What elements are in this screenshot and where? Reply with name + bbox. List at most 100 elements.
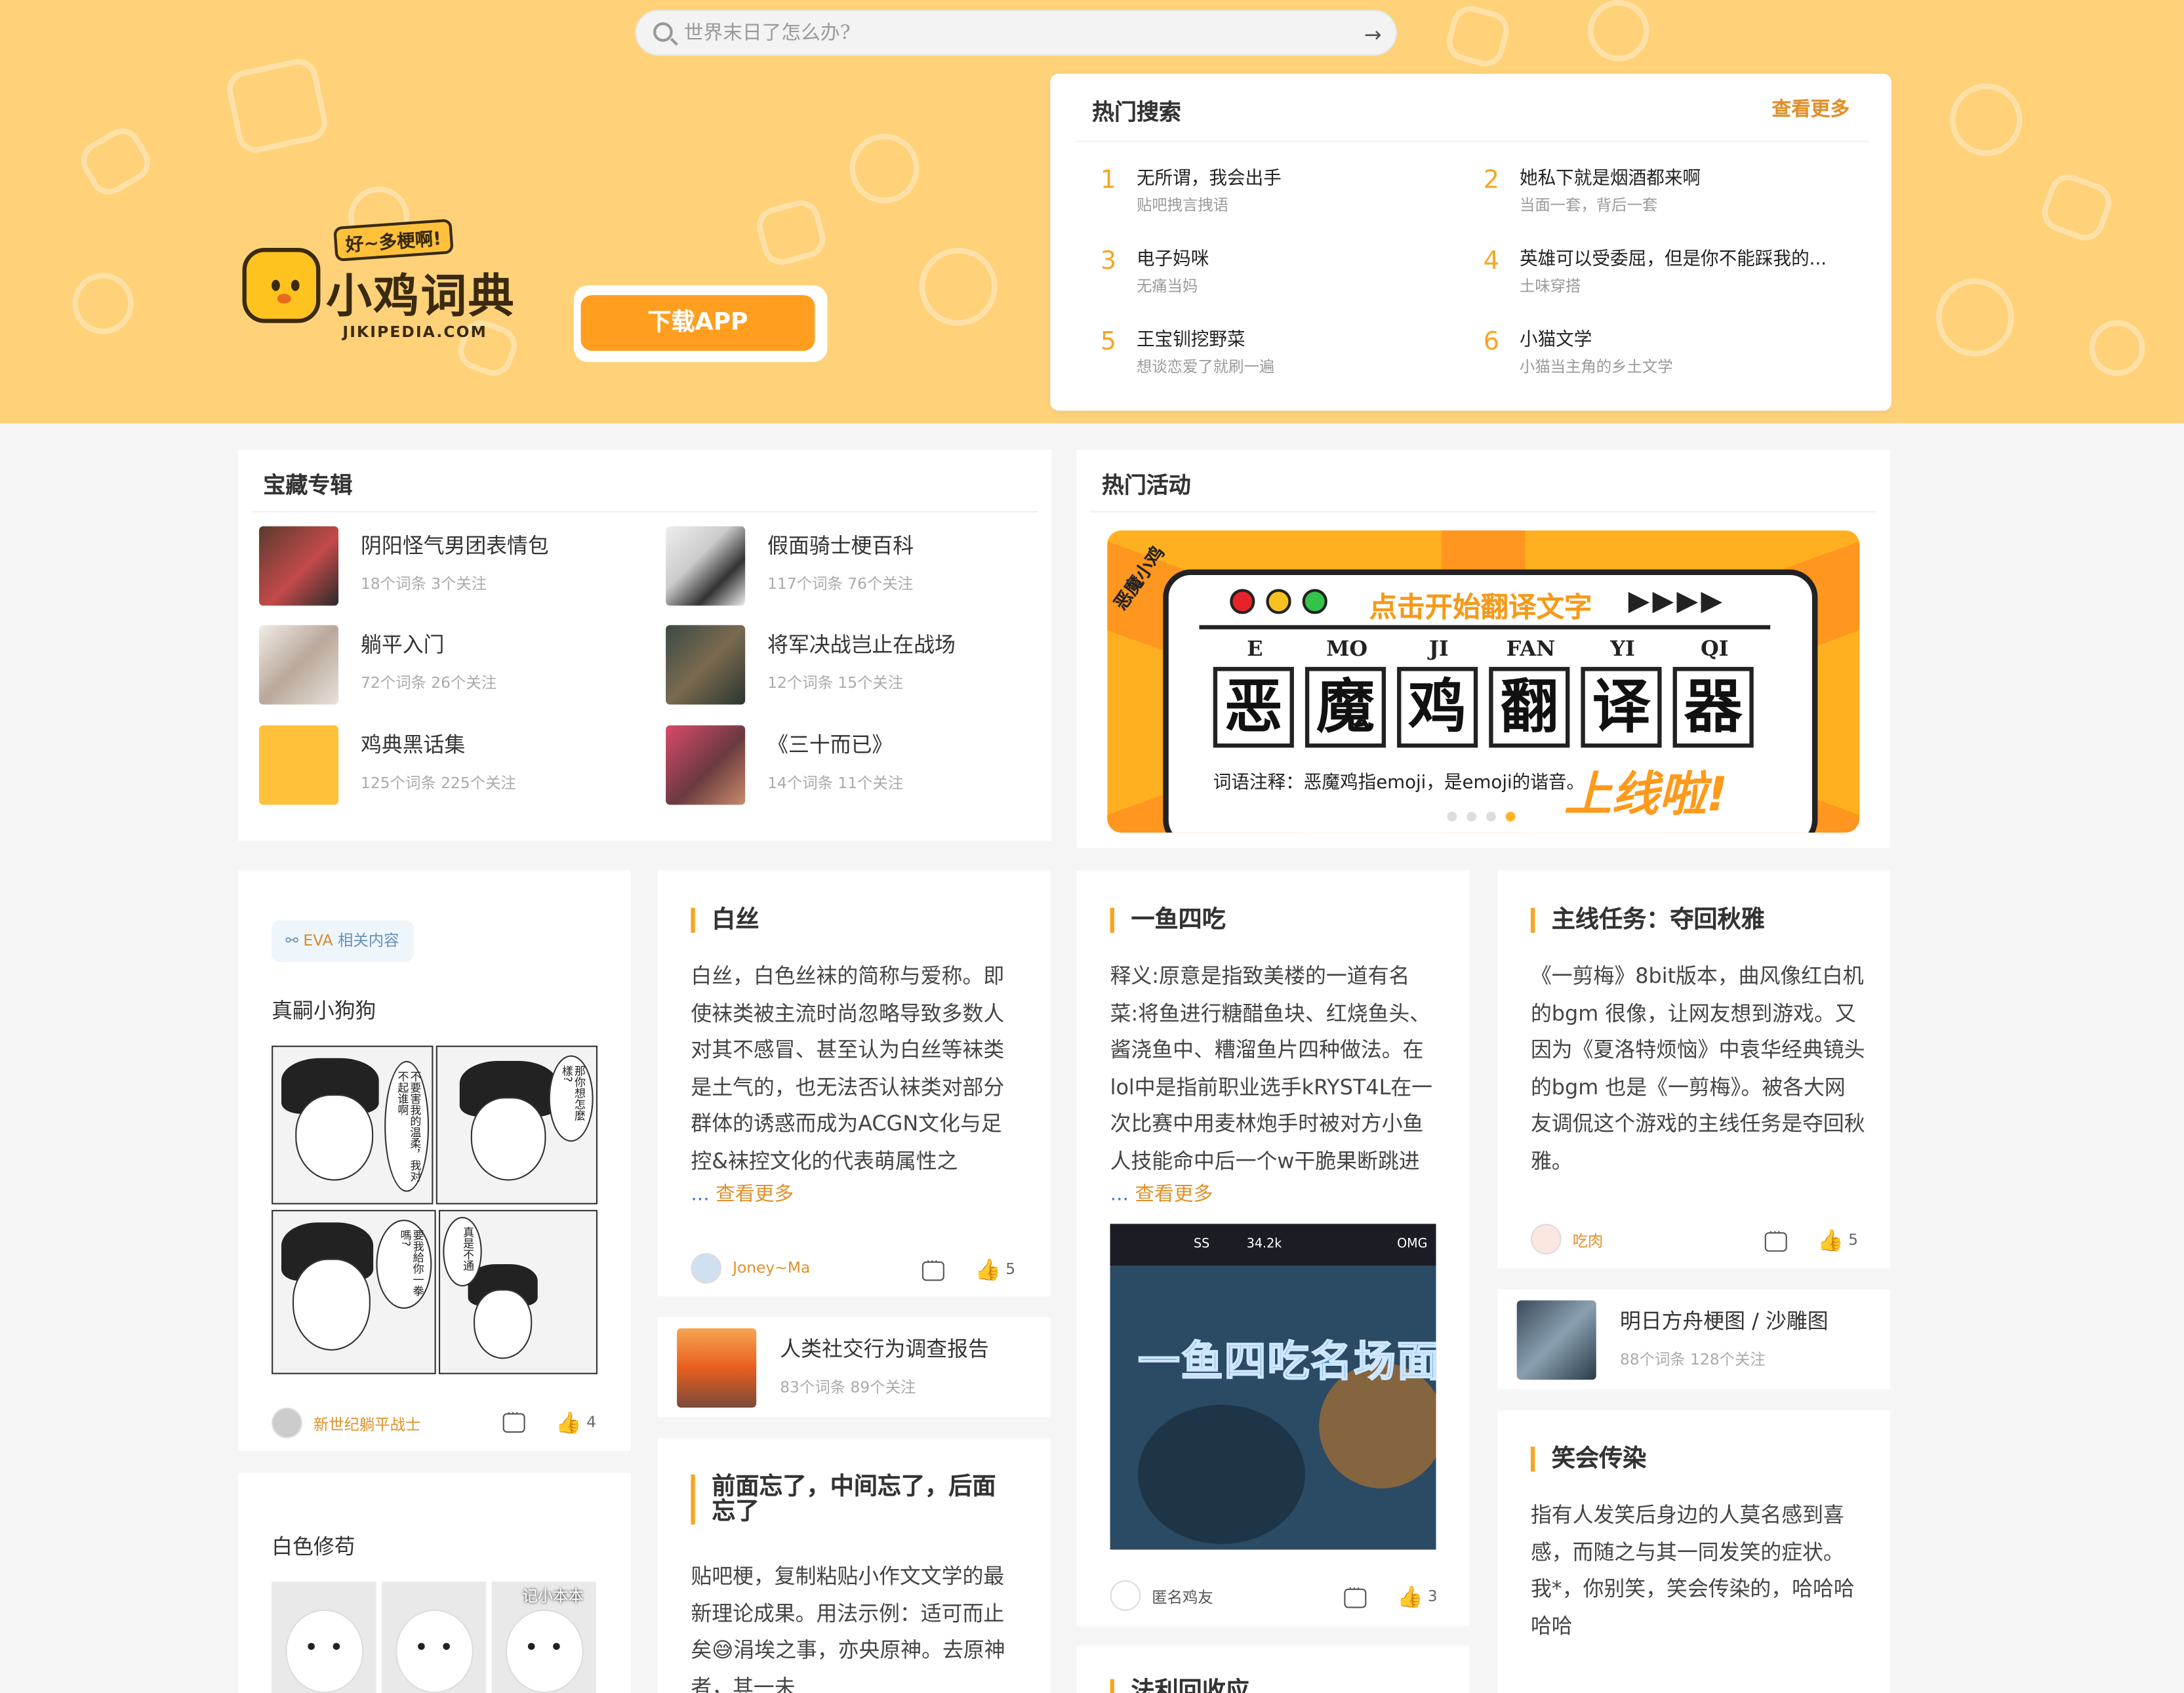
ellipsis-icon: ...: [1110, 1183, 1135, 1206]
like-button[interactable]: 👍 5: [1817, 1228, 1873, 1256]
banner-cta: 上线啦!: [1564, 767, 1728, 823]
comment-button[interactable]: [1344, 1583, 1371, 1615]
hot-search-item[interactable]: 5 王宝钏挖野菜 想谈恋爱了就刷一遍: [1101, 325, 1463, 391]
album-thumbnail: [259, 725, 339, 805]
divider: [252, 511, 1038, 513]
like-button[interactable]: 👍 5: [975, 1257, 1031, 1285]
album-meta: 125个词条 225个关注: [361, 774, 516, 793]
page: → 好~多梗啊! 小鸡词典 JIKIPEDIA.COM 下载APP 热门搜索 查…: [0, 0, 2184, 1693]
author[interactable]: Joney~Ma: [691, 1253, 885, 1286]
feed-card[interactable]: 法利回收应: [1076, 1645, 1470, 1693]
entry-title[interactable]: 法利回收应: [1110, 1679, 1249, 1693]
pager-dot[interactable]: [1486, 811, 1496, 822]
feed-card[interactable]: 白丝 白丝，白色丝袜的简称与爱称。即使袜类被主流时尚忽略导致多数人对其不感冒、甚…: [657, 870, 1051, 1296]
hud-gold: 34.2k: [1246, 1237, 1282, 1252]
entry-title[interactable]: 白丝: [691, 907, 759, 933]
avatar: [1110, 1580, 1141, 1611]
hot-search-item[interactable]: 6 小猫文学 小猫当主角的乡土文学: [1484, 325, 1846, 391]
album-item[interactable]: 鸡典黑话集 125个词条 225个关注: [259, 725, 635, 806]
hud-team-right: OMG: [1397, 1237, 1428, 1252]
album-item[interactable]: 躺平入门 72个词条 26个关注: [259, 625, 635, 706]
speech-bubble: 那你想怎麼樣?: [548, 1055, 594, 1142]
feed-card[interactable]: 笑会传染 指有人发笑后身边的人莫名感到喜感，而随之与其一同发笑的症状。我*，你别…: [1497, 1410, 1890, 1693]
hot-search-item-title: 她私下就是烟酒都来啊: [1519, 168, 1701, 189]
album-meta: 12个词条 15个关注: [767, 673, 904, 692]
album-card[interactable]: 明日方舟梗图 / 沙雕图 88个词条 128个关注: [1497, 1289, 1890, 1390]
pinyin-label: JI: [1428, 636, 1449, 662]
author-name: Joney~Ma: [733, 1258, 811, 1277]
speech-bubble: 不要害我的温柔，我对不起谁啊: [384, 1061, 430, 1192]
banner-headline: 点击开始翻译文字: [1369, 590, 1592, 624]
feed-card[interactable]: 白色修苟 记小本本: [238, 1473, 632, 1693]
logo-domain: JIKIPEDIA.COM: [342, 323, 488, 342]
entry-title[interactable]: 真嗣小狗狗: [272, 995, 376, 1025]
decor-chick-icon: [2089, 320, 2145, 376]
hot-search-more-link[interactable]: 查看更多: [1771, 94, 1850, 122]
related-tag-chip[interactable]: ⚯ EVA 相关内容: [272, 920, 413, 963]
comment-icon: [921, 1256, 944, 1281]
arrow-right-icon[interactable]: →: [1364, 22, 1382, 47]
hot-search-item[interactable]: 1 无所谓，我会出手 贴吧拽言拽语: [1101, 163, 1463, 229]
dog-meme-image[interactable]: 记小本本: [272, 1582, 597, 1693]
thumbs-up-icon: 👍: [556, 1410, 582, 1436]
comment-button[interactable]: [502, 1408, 531, 1439]
game-screenshot[interactable]: SS 34.2k OMG 一鱼四吃名场面: [1110, 1224, 1436, 1550]
panel-title: 宝藏专辑: [263, 471, 353, 499]
thumbs-up-icon: 👍: [1397, 1584, 1423, 1610]
album-name: 《三十而已》: [767, 732, 893, 758]
album-card[interactable]: 人类社交行为调查报告 83个词条 89个关注: [657, 1317, 1051, 1418]
panel-title: 热门活动: [1101, 471, 1191, 499]
speech-bubble: 要我給你一拳嗎?: [376, 1220, 432, 1309]
entry-title[interactable]: 前面忘了，中间忘了，后面忘了: [691, 1475, 1017, 1525]
album-item[interactable]: 阴阳怪气男团表情包 18个词条 3个关注: [259, 526, 635, 607]
pager-dot[interactable]: [1447, 811, 1457, 822]
comment-button[interactable]: [921, 1256, 950, 1288]
album-thumbnail: [666, 725, 746, 805]
like-button[interactable]: 👍 3: [1397, 1584, 1453, 1612]
album-item[interactable]: 将军决战岂止在战场 12个词条 15个关注: [666, 625, 1041, 706]
album-meta: 117个词条 76个关注: [767, 574, 914, 593]
tag-suffix: 相关内容: [338, 931, 399, 950]
brand-logo[interactable]: 好~多梗啊! 小鸡词典 JIKIPEDIA.COM: [242, 218, 535, 348]
entry-title[interactable]: 笑会传染: [1530, 1446, 1646, 1472]
hot-search-item-sub: 当面一套，背后一套: [1519, 196, 1658, 215]
rank-number: 2: [1483, 165, 1500, 195]
album-name: 将军决战岂止在战场: [767, 632, 956, 658]
banner-char: 鸡: [1397, 667, 1478, 748]
comment-icon: [502, 1408, 525, 1433]
hot-search-item-title: 电子妈咪: [1136, 249, 1209, 270]
entry-title[interactable]: 一鱼四吃: [1110, 907, 1226, 933]
comment-button[interactable]: [1764, 1227, 1792, 1258]
feed-card[interactable]: ⚯ EVA 相关内容 真嗣小狗狗 不要害我的温柔，我对不起谁啊 那你想怎麼樣? …: [238, 870, 632, 1451]
rank-number: 5: [1100, 327, 1117, 357]
entry-title[interactable]: 主线任务：夺回秋雅: [1530, 907, 1765, 933]
author[interactable]: 新世纪躺平战士: [272, 1407, 466, 1441]
entry-title[interactable]: 白色修苟: [272, 1532, 355, 1561]
author[interactable]: 匿名鸡友: [1110, 1580, 1305, 1614]
search-bar[interactable]: →: [635, 9, 1398, 56]
album-item[interactable]: 《三十而已》 14个词条 11个关注: [666, 725, 1041, 806]
album-meta: 88个词条 128个关注: [1619, 1350, 1766, 1369]
album-name: 明日方舟梗图 / 沙雕图: [1619, 1308, 1829, 1334]
hot-search-item[interactable]: 3 电子妈咪 无痛当妈: [1101, 244, 1463, 311]
banner-screen: 点击开始翻译文字 ▶▶▶▶ E MO JI FAN YI QI 恶 魔 鸡 翻 …: [1163, 569, 1818, 833]
feed-card[interactable]: 一鱼四吃 释义:原意是指致美楼的一道有名菜:将鱼进行糖醋鱼块、红烧鱼头、酱浇鱼中…: [1076, 870, 1470, 1627]
search-input[interactable]: [683, 16, 1353, 50]
carousel-pager[interactable]: [1447, 801, 1526, 827]
hot-search-item[interactable]: 2 她私下就是烟酒都来啊 当面一套，背后一套: [1484, 163, 1846, 229]
pager-dot[interactable]: [1466, 811, 1477, 822]
hot-search-item-title: 小猫文学: [1519, 330, 1592, 351]
read-more-link[interactable]: ... 查看更多: [1110, 1180, 1213, 1207]
author[interactable]: 吃肉: [1530, 1224, 1726, 1257]
comic-image[interactable]: 不要害我的温柔，我对不起谁啊 那你想怎麼樣? 要我給你一拳嗎? 真是不通: [272, 1045, 598, 1374]
hud-team-left: SS: [1194, 1237, 1210, 1252]
emoji-translator-banner[interactable]: 恶魔小鸡 点击开始翻译文字 ▶▶▶▶ E MO JI FAN YI QI 恶 魔…: [1107, 530, 1860, 833]
hot-search-item[interactable]: 4 英雄可以受委屈，但是你不能踩我的... 土味穿搭: [1484, 244, 1846, 311]
feed-card[interactable]: 前面忘了，中间忘了，后面忘了 贴吧梗，复制粘贴小作文文学的最新理论成果。用法示例…: [657, 1438, 1051, 1693]
feed-card[interactable]: 主线任务：夺回秋雅 《一剪梅》8bit版本，曲风像红白机的bgm 很像，让网友想…: [1497, 870, 1890, 1269]
album-item[interactable]: 假面骑士梗百科 117个词条 76个关注: [666, 526, 1041, 607]
download-app-button[interactable]: 下载APP: [580, 295, 815, 351]
pager-dot-active[interactable]: [1505, 811, 1516, 822]
read-more-link[interactable]: ... 查看更多: [691, 1180, 794, 1207]
like-button[interactable]: 👍 4: [556, 1410, 611, 1438]
